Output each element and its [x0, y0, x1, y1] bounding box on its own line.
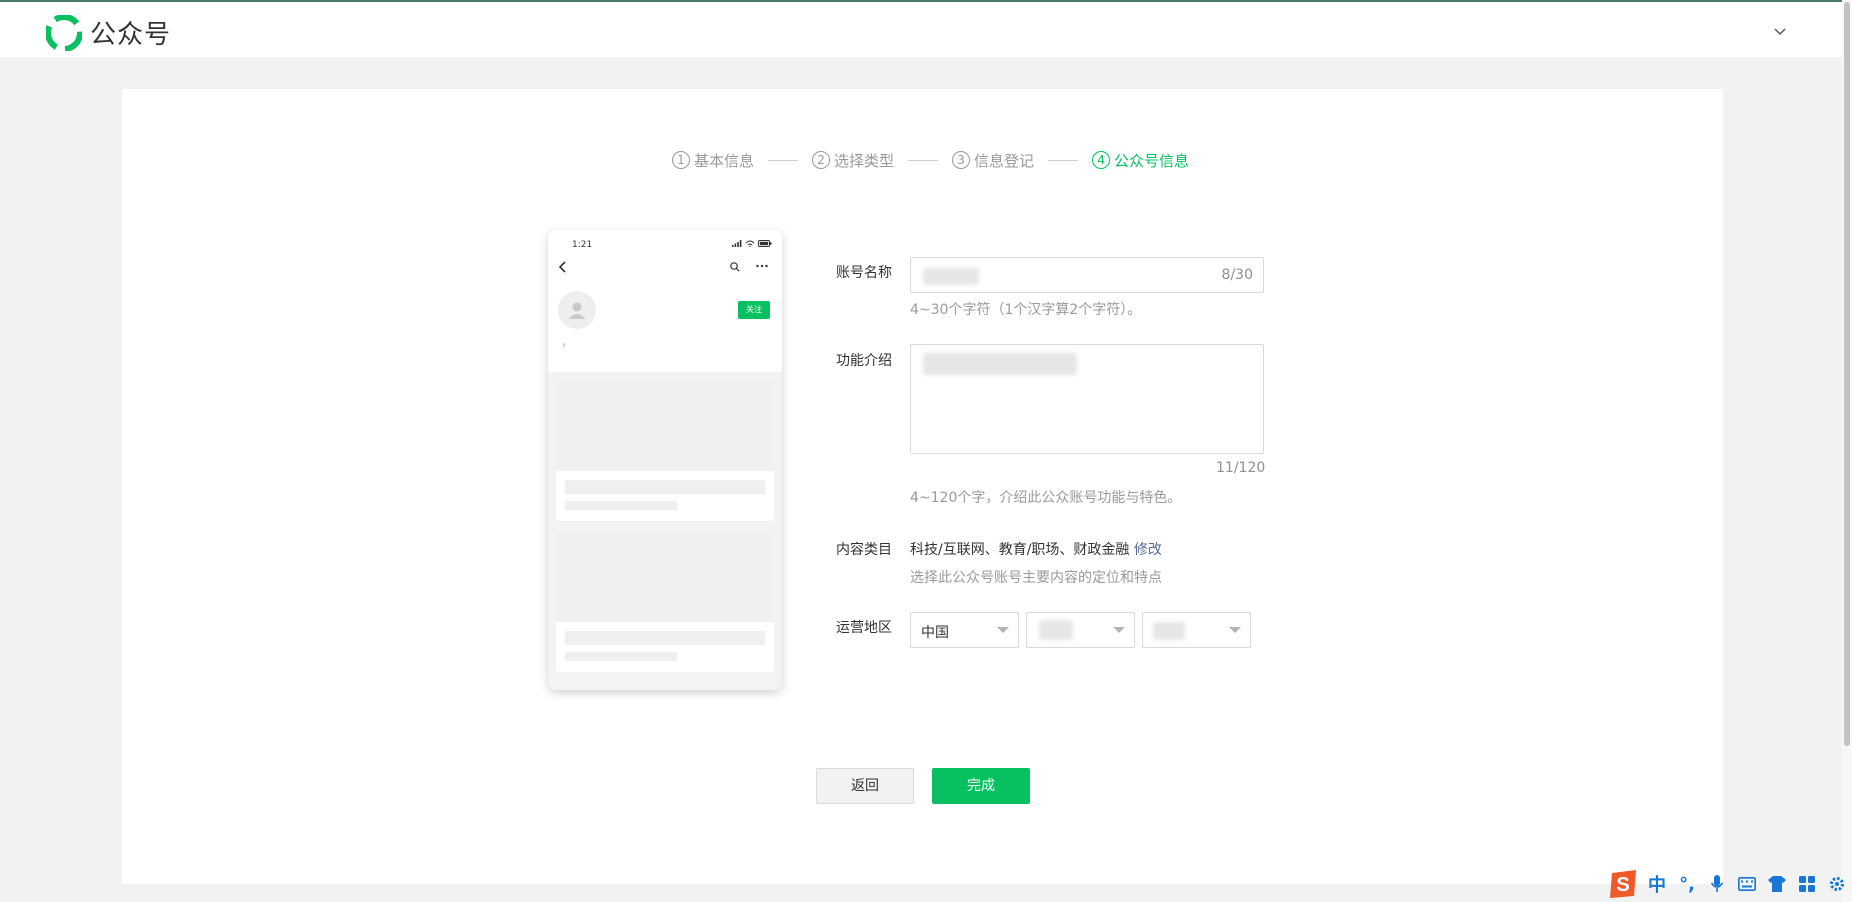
ime-punctuation-toggle[interactable]: °,: [1672, 869, 1702, 899]
back-arrow-icon: [558, 261, 566, 273]
signal-icon: [732, 240, 742, 247]
keyboard-icon[interactable]: [1732, 869, 1762, 899]
step-divider: [768, 159, 799, 161]
sogou-s-icon: S: [1610, 870, 1636, 898]
step-registration: 3 信息登记: [952, 150, 1034, 171]
battery-icon: [758, 240, 772, 247]
wechat-official-logo-icon: [46, 14, 82, 51]
caret-down-icon: [1229, 627, 1241, 633]
account-name-label: 账号名称: [836, 265, 892, 281]
account-name-input[interactable]: 8/30: [910, 257, 1264, 293]
article-subtitle-placeholder: [565, 501, 677, 510]
caret-down-icon: [997, 627, 1009, 633]
top-bar: 公众号: [0, 0, 1852, 57]
brand[interactable]: 公众号: [46, 14, 171, 51]
intro-textarea[interactable]: [910, 344, 1264, 454]
search-icon: [730, 262, 740, 272]
article-image-placeholder: [556, 530, 774, 622]
category-hint: 选择此公众号账号主要内容的定位和特点: [910, 570, 1162, 586]
user-icon: [568, 302, 586, 319]
region-label: 运营地区: [836, 620, 892, 636]
ime-language-toggle[interactable]: 中: [1642, 869, 1672, 899]
settings-gear-icon[interactable]: [1822, 869, 1852, 899]
phone-status-icons: [732, 240, 772, 247]
region-province-select[interactable]: [1026, 612, 1135, 648]
step-basic-info: 1 基本信息: [672, 150, 754, 171]
step-number: 4: [1092, 151, 1111, 169]
step-account-info: 4 公众号信息: [1092, 150, 1189, 171]
redacted-account-name: [923, 268, 979, 285]
step-number: 2: [812, 151, 831, 169]
region-city-select[interactable]: [1142, 612, 1251, 648]
done-button[interactable]: 完成: [932, 768, 1030, 804]
step-indicator: 1 基本信息 2 选择类型 3 信息登记 4 公众号信息: [672, 150, 1189, 170]
category-edit-link[interactable]: 修改: [1134, 542, 1162, 558]
region-country-select[interactable]: 中国: [910, 612, 1019, 648]
step-divider: [1048, 159, 1079, 161]
chevron-right-icon: ›: [562, 340, 566, 351]
step-number: 3: [952, 151, 971, 169]
step-label: 公众号信息: [1114, 151, 1190, 170]
article-card-placeholder: [556, 530, 774, 672]
step-label: 选择类型: [834, 151, 895, 170]
step-select-type: 2 选择类型: [812, 150, 894, 171]
ime-toolbar: S 中 °,: [1604, 866, 1852, 902]
redacted-intro-text: [923, 353, 1077, 375]
account-name-counter: 8/30: [1221, 267, 1253, 283]
region-country-value: 中国: [921, 625, 949, 641]
toolbox-grid-icon[interactable]: [1792, 869, 1822, 899]
redacted-city: [1153, 622, 1185, 640]
intro-hint: 4~120个字，介绍此公众账号功能与特色。: [910, 490, 1182, 506]
page-scrollbar[interactable]: [1842, 0, 1852, 902]
step-label: 信息登记: [974, 151, 1035, 170]
scrollbar-thumb[interactable]: [1844, 2, 1850, 746]
sogou-logo-icon[interactable]: S: [1604, 867, 1642, 901]
step-number: 1: [672, 151, 690, 169]
phone-profile-header: 1:21 关注 ›: [548, 230, 782, 372]
phone-time: 1:21: [572, 240, 593, 250]
caret-down-icon: [1113, 627, 1125, 633]
brand-name: 公众号: [90, 20, 172, 50]
intro-label: 功能介绍: [836, 353, 892, 369]
svg-text:S: S: [1616, 874, 1629, 896]
redacted-province: [1039, 620, 1073, 640]
follow-button-preview: 关注: [738, 301, 770, 319]
avatar-placeholder: [558, 291, 596, 329]
microphone-icon[interactable]: [1702, 869, 1732, 899]
back-button[interactable]: 返回: [816, 768, 914, 804]
step-label: 基本信息: [694, 151, 755, 170]
article-card-placeholder: [556, 379, 774, 521]
article-title-placeholder: [565, 631, 765, 645]
skin-shirt-icon[interactable]: [1762, 869, 1792, 899]
phone-preview: 1:21 关注 ›: [548, 230, 782, 690]
wifi-icon: [745, 240, 755, 247]
intro-counter: 11/120: [1216, 460, 1266, 476]
account-menu-toggle[interactable]: [1768, 20, 1792, 44]
chevron-down-icon: [1774, 28, 1786, 36]
article-image-placeholder: [556, 379, 774, 471]
category-label: 内容类目: [836, 542, 892, 558]
more-icon: [756, 264, 768, 268]
category-value: 科技/互联网、教育/职场、财政金融: [910, 542, 1130, 558]
account-name-hint: 4~30个字符（1个汉字算2个字符）。: [910, 302, 1142, 318]
article-subtitle-placeholder: [565, 652, 677, 661]
step-divider: [908, 159, 939, 161]
category-value-row: 科技/互联网、教育/职场、财政金融 修改: [910, 539, 1162, 559]
article-title-placeholder: [565, 480, 765, 494]
